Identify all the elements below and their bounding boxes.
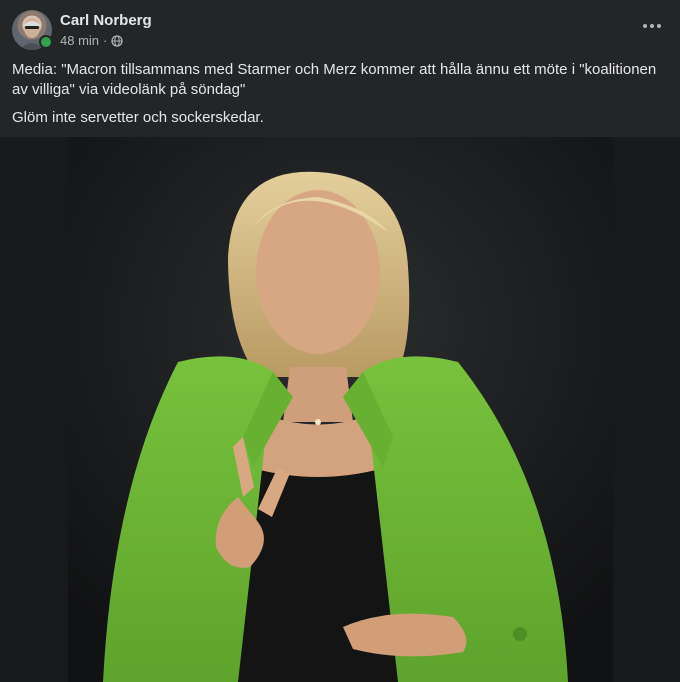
- more-dot: [643, 24, 647, 28]
- post-photo[interactable]: [68, 137, 613, 682]
- post-meta: 48 min ·: [60, 33, 124, 49]
- facebook-post: Carl Norberg 48 min · Media: "Macron til…: [0, 0, 680, 682]
- author-avatar[interactable]: [12, 10, 53, 50]
- photo-illustration: [68, 137, 613, 682]
- post-text: Media: "Macron tillsammans med Starmer o…: [12, 60, 662, 136]
- post-time[interactable]: 48 min: [60, 33, 99, 49]
- more-dot: [657, 24, 661, 28]
- online-status-dot: [39, 35, 53, 49]
- more-dot: [650, 24, 654, 28]
- meta-separator: ·: [103, 33, 108, 48]
- globe-icon: [111, 35, 124, 47]
- more-options-button[interactable]: [640, 16, 664, 36]
- post-photo-area[interactable]: [0, 137, 680, 682]
- post-text-line-2: Glöm inte servetter och sockerskedar.: [12, 109, 264, 126]
- post-text-line-1: Media: "Macron tillsammans med Starmer o…: [12, 61, 657, 98]
- author-name[interactable]: Carl Norberg: [60, 12, 152, 30]
- post-header: Carl Norberg 48 min ·: [0, 0, 680, 56]
